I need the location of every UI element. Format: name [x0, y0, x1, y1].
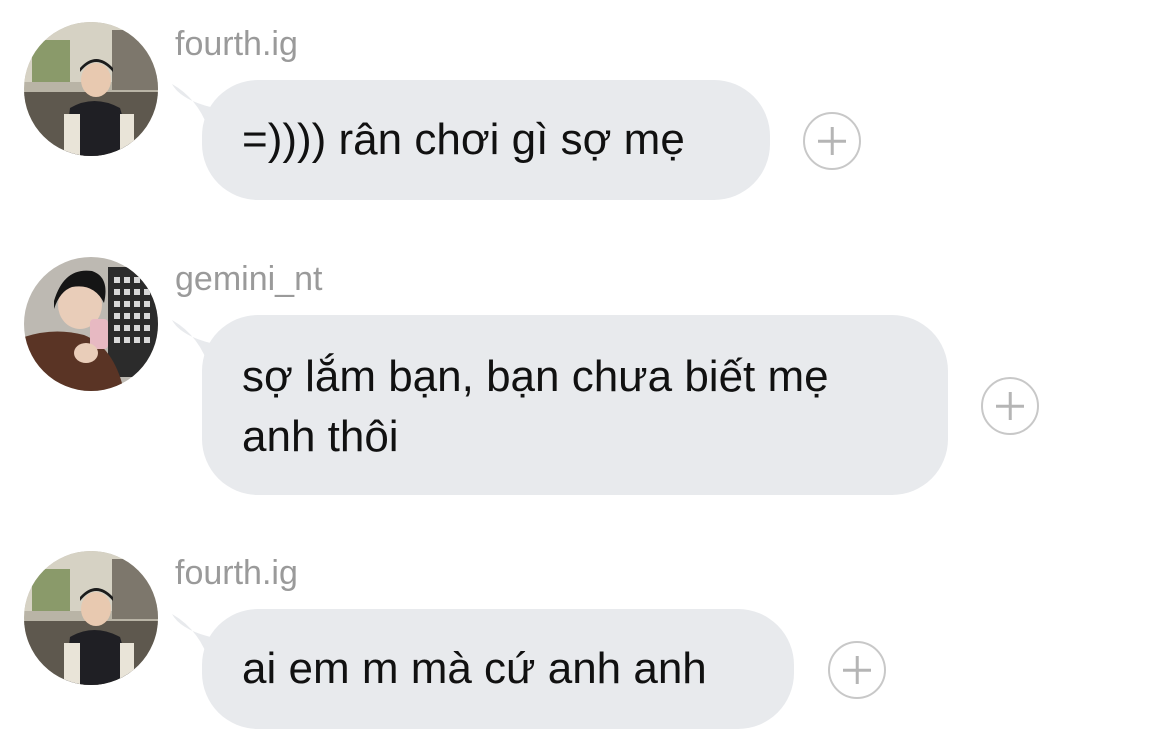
chat-thread: fourth.ig =)))) rân chơi gì sợ mẹ gemini… [0, 0, 1170, 748]
message-group: fourth.ig ai em m mà cứ anh anh [0, 0, 1170, 748]
message-bubble[interactable]: ai em m mà cứ anh anh [202, 609, 794, 729]
message-username[interactable]: fourth.ig [175, 553, 298, 593]
message-text: ai em m mà cứ anh anh [242, 644, 707, 693]
avatar[interactable] [24, 551, 158, 685]
add-reaction-icon[interactable] [828, 641, 886, 699]
user-avatar-icon [24, 551, 158, 685]
